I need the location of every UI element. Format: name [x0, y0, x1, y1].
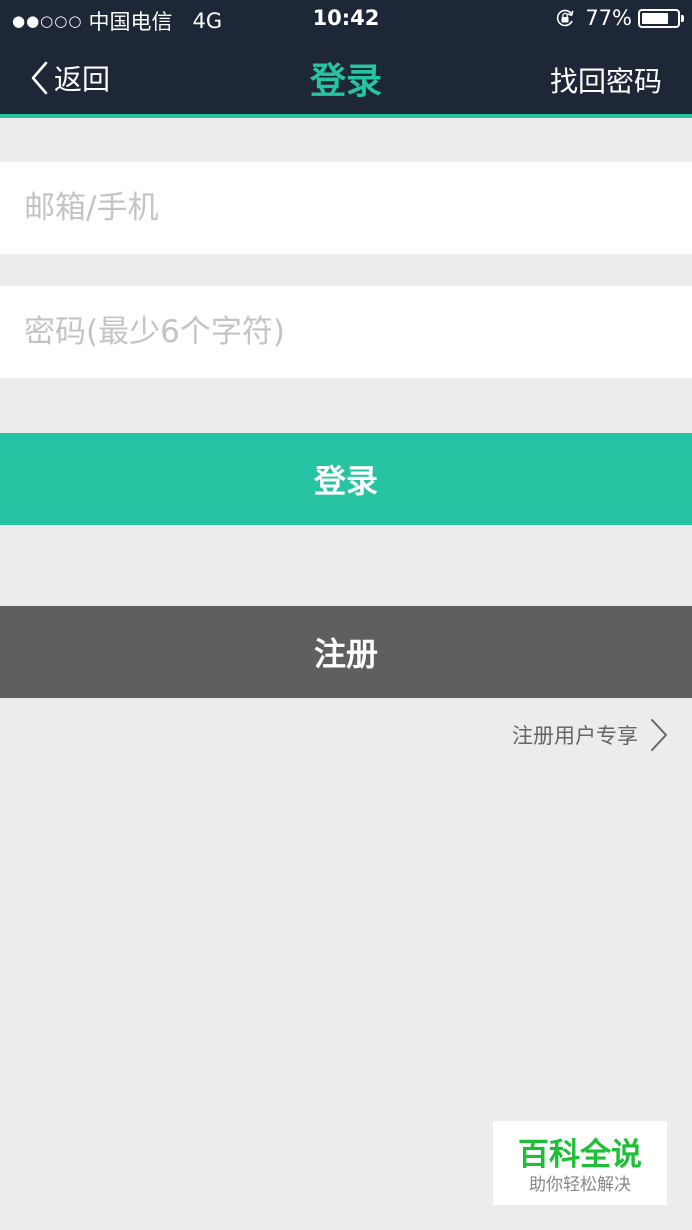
battery-level-fill	[642, 12, 669, 24]
battery-tip	[681, 14, 684, 22]
status-bar: ●●○○○ 中国电信 4G 10:42 77%	[0, 0, 692, 38]
watermark-subtitle: 助你轻松解决	[529, 1175, 631, 1195]
watermark-logo: 百科全说 助你轻松解决	[493, 1121, 667, 1205]
member-benefits-link[interactable]: 注册用户专享	[512, 718, 668, 752]
register-button[interactable]: 注册	[0, 606, 692, 698]
password-field	[0, 286, 692, 378]
status-right: 77%	[555, 6, 684, 30]
navigation-bar: 返回 登录 找回密码	[0, 40, 692, 114]
watermark-title: 百科全说	[518, 1137, 642, 1173]
chevron-right-icon	[651, 719, 667, 751]
recover-password-link[interactable]: 找回密码	[550, 60, 662, 100]
account-input[interactable]	[0, 162, 692, 254]
account-field	[0, 162, 692, 254]
battery-icon	[638, 8, 684, 28]
login-button[interactable]: 登录	[0, 433, 692, 525]
battery-percentage: 77%	[585, 6, 632, 30]
member-benefits-label: 注册用户专享	[512, 724, 638, 748]
orientation-lock-icon	[557, 9, 574, 27]
app-header: ●●○○○ 中国电信 4G 10:42 77% 返回 登录 找回密码	[0, 0, 692, 114]
header-accent-line	[0, 114, 692, 118]
password-input[interactable]	[0, 286, 692, 378]
